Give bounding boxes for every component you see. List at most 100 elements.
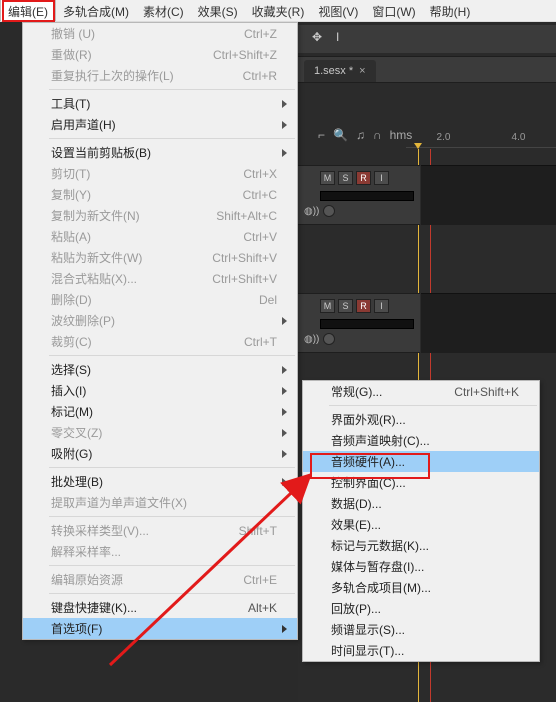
pan-knob[interactable]: [323, 205, 335, 217]
input-monitor-button[interactable]: I: [374, 171, 389, 185]
separator: [49, 467, 295, 468]
menu-keyboard-shortcuts[interactable]: 键盘快捷键(K)... Alt+K: [23, 597, 297, 618]
menu-item-shortcut: Ctrl+E: [243, 573, 277, 587]
close-tab-icon[interactable]: ×: [359, 65, 365, 77]
prefs-audio-hardware[interactable]: 音频硬件(A)...: [303, 451, 539, 472]
prefs-spectral-display[interactable]: 频谱显示(S)...: [303, 619, 539, 640]
move-tool-icon[interactable]: ✥: [312, 30, 330, 48]
prefs-effects[interactable]: 效果(E)...: [303, 514, 539, 535]
headphones-icon[interactable]: ∩: [373, 128, 382, 142]
menu-extract-channels[interactable]: 提取声道为单声道文件(X): [23, 492, 297, 513]
track-header-2[interactable]: M S R I ◍)): [298, 293, 420, 353]
menu-batch-process[interactable]: 批处理(B): [23, 471, 297, 492]
prefs-multitrack[interactable]: 多轨合成项目(M)...: [303, 577, 539, 598]
menu-undo[interactable]: 撤销 (U) Ctrl+Z: [23, 23, 297, 44]
menu-clip[interactable]: 素材(C): [136, 0, 191, 21]
menu-paste-to-new[interactable]: 粘贴为新文件(W) Ctrl+Shift+V: [23, 247, 297, 268]
menu-item-shortcut: Ctrl+R: [243, 69, 277, 83]
menu-effects[interactable]: 效果(S): [191, 0, 245, 21]
solo-button[interactable]: S: [338, 299, 353, 313]
menu-item-label: 零交叉(Z): [51, 424, 277, 441]
session-tab[interactable]: 1.sesx * ×: [304, 60, 376, 82]
time-ruler[interactable]: 2.0 4.0: [406, 128, 556, 148]
mute-button[interactable]: M: [320, 299, 335, 313]
record-arm-button[interactable]: R: [356, 171, 371, 185]
menu-favorites[interactable]: 收藏夹(R): [245, 0, 312, 21]
track-lane-2[interactable]: [421, 293, 556, 353]
menu-item-label: 裁剪(C): [51, 333, 244, 350]
menu-copy-to-new[interactable]: 复制为新文件(N) Shift+Alt+C: [23, 205, 297, 226]
ruler-icons: ⌐ 🔍 ♫ ∩ hms: [318, 128, 412, 142]
menu-item-label: 复制(Y): [51, 186, 243, 203]
prefs-playback[interactable]: 回放(P)...: [303, 598, 539, 619]
search-icon[interactable]: 🔍: [333, 128, 348, 142]
prefs-time-display[interactable]: 时间显示(T)...: [303, 640, 539, 661]
prefs-data[interactable]: 数据(D)...: [303, 493, 539, 514]
menu-convert-sample-type[interactable]: 转换采样类型(V)... Shift+T: [23, 520, 297, 541]
menu-item-label: 启用声道(H): [51, 116, 277, 133]
menu-window[interactable]: 窗口(W): [365, 0, 422, 21]
mute-button[interactable]: M: [320, 171, 335, 185]
menu-zero-crossing[interactable]: 零交叉(Z): [23, 422, 297, 443]
separator: [49, 355, 295, 356]
menu-multitrack[interactable]: 多轨合成(M): [56, 0, 136, 21]
speaker-icon[interactable]: ♫: [356, 128, 365, 142]
menu-marker[interactable]: 标记(M): [23, 401, 297, 422]
menu-item-label: 批处理(B): [51, 473, 277, 490]
menu-paste[interactable]: 粘贴(A) Ctrl+V: [23, 226, 297, 247]
track-lane-1[interactable]: [421, 165, 556, 225]
volume-meter: [320, 191, 414, 201]
menu-crop[interactable]: 裁剪(C) Ctrl+T: [23, 331, 297, 352]
menu-copy[interactable]: 复制(Y) Ctrl+C: [23, 184, 297, 205]
menu-item-label: 数据(D)...: [331, 495, 519, 512]
time-select-tool-icon[interactable]: I: [336, 30, 354, 48]
prefs-media-cache[interactable]: 媒体与暂存盘(I)...: [303, 556, 539, 577]
menu-edit-original[interactable]: 编辑原始资源 Ctrl+E: [23, 569, 297, 590]
menu-insert[interactable]: 插入(I): [23, 380, 297, 401]
menu-item-label: 时间显示(T)...: [331, 642, 519, 659]
track-buttons: M S R I: [320, 299, 420, 313]
separator: [49, 565, 295, 566]
menu-cut[interactable]: 剪切(T) Ctrl+X: [23, 163, 297, 184]
menu-help[interactable]: 帮助(H): [423, 0, 478, 21]
menu-delete[interactable]: 删除(D) Del: [23, 289, 297, 310]
edit-dropdown: 撤销 (U) Ctrl+Z 重做(R) Ctrl+Shift+Z 重复执行上次的…: [22, 22, 298, 640]
menu-item-label: 标记(M): [51, 403, 277, 420]
menu-repeat-last[interactable]: 重复执行上次的操作(L) Ctrl+R: [23, 65, 297, 86]
prefs-control-surface[interactable]: 控制界面(C)...: [303, 472, 539, 493]
menu-ripple-delete[interactable]: 波纹删除(P): [23, 310, 297, 331]
prefs-markers-metadata[interactable]: 标记与元数据(K)...: [303, 535, 539, 556]
menu-item-shortcut: Ctrl+Shift+K: [454, 385, 519, 399]
menu-select[interactable]: 选择(S): [23, 359, 297, 380]
menu-item-label: 键盘快捷键(K)...: [51, 599, 248, 616]
menu-snapping[interactable]: 吸附(G): [23, 443, 297, 464]
menu-enable-channels[interactable]: 启用声道(H): [23, 114, 297, 135]
menu-tools[interactable]: 工具(T): [23, 93, 297, 114]
menu-item-shortcut: Ctrl+V: [243, 230, 277, 244]
pan-knob[interactable]: [323, 333, 335, 345]
prefs-appearance[interactable]: 界面外观(R)...: [303, 409, 539, 430]
menu-preferences[interactable]: 首选项(F): [23, 618, 297, 639]
menu-item-label: 首选项(F): [51, 620, 277, 637]
menu-interpret-sample-rate[interactable]: 解释采样率...: [23, 541, 297, 562]
menu-item-label: 撤销 (U): [51, 25, 244, 42]
solo-button[interactable]: S: [338, 171, 353, 185]
menu-item-label: 效果(E)...: [331, 516, 519, 533]
prefs-general[interactable]: 常规(G)... Ctrl+Shift+K: [303, 381, 539, 402]
menu-item-label: 混合式粘贴(X)...: [51, 270, 212, 287]
input-monitor-button[interactable]: I: [374, 299, 389, 313]
menu-item-label: 回放(P)...: [331, 600, 519, 617]
menu-item-shortcut: Ctrl+Shift+V: [212, 251, 277, 265]
track-header-1[interactable]: M S R I ◍)): [298, 165, 420, 225]
separator: [329, 405, 537, 406]
menu-edit[interactable]: 编辑(E): [0, 0, 56, 21]
record-arm-button[interactable]: R: [356, 299, 371, 313]
prefs-channel-mapping[interactable]: 音频声道映射(C)...: [303, 430, 539, 451]
menu-item-label: 界面外观(R)...: [331, 411, 519, 428]
magnet-icon[interactable]: ⌐: [318, 128, 325, 142]
menu-item-label: 解释采样率...: [51, 543, 277, 560]
menu-mix-paste[interactable]: 混合式粘贴(X)... Ctrl+Shift+V: [23, 268, 297, 289]
menu-view[interactable]: 视图(V): [311, 0, 365, 21]
menu-set-clipboard[interactable]: 设置当前剪贴板(B): [23, 142, 297, 163]
menu-redo[interactable]: 重做(R) Ctrl+Shift+Z: [23, 44, 297, 65]
